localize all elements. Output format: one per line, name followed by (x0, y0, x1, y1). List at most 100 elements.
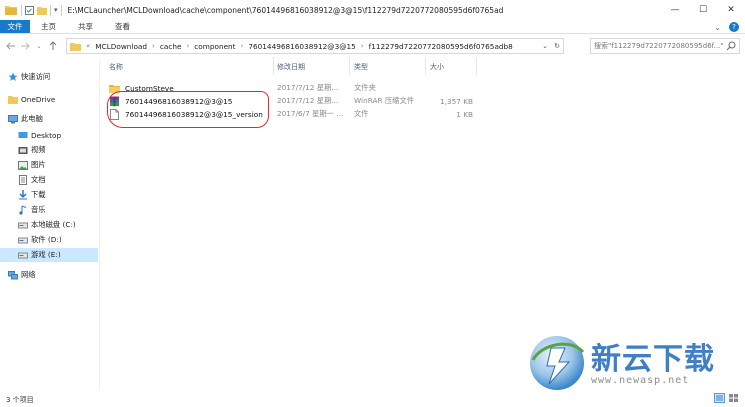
arrow-right-icon (21, 42, 30, 50)
column-header-size[interactable]: 大小 (430, 60, 444, 74)
tab-file[interactable]: 文件 (0, 20, 30, 33)
picture-icon (18, 160, 28, 170)
customize-toolbar-icon[interactable]: ▾ (54, 6, 58, 14)
arrow-up-icon (49, 41, 57, 50)
search-box[interactable]: 搜索"f112279d7220772080595d6f..." (590, 38, 740, 54)
sidebar-item-label: 此电脑 (21, 114, 43, 123)
column-header-type[interactable]: 类型 (354, 60, 368, 74)
watermark-title: 新云下载 (591, 342, 715, 377)
sidebar-item-label: 本地磁盘 (C:) (31, 220, 76, 229)
pane-divider[interactable] (99, 60, 100, 390)
sidebar-item-label: 下载 (31, 190, 46, 199)
window-controls: — ☐ ✕ (661, 0, 745, 20)
sidebar-item[interactable]: 游戏 (E:) (0, 248, 98, 262)
refresh-icon[interactable]: ↻ (551, 42, 563, 50)
column-divider[interactable] (273, 57, 274, 75)
sidebar-item-label: 音乐 (31, 205, 46, 214)
sidebar-item[interactable]: 图片 (0, 158, 98, 172)
file-size: 1,357 KB (440, 96, 473, 106)
quick-access-toolbar: ▾ (21, 4, 62, 16)
minimize-button[interactable]: — (661, 0, 689, 20)
title-bar: ▾ E:\MCLauncher\MCLDownload\cache\compon… (0, 0, 745, 20)
chevron-right-icon: › (186, 42, 190, 50)
properties-icon[interactable] (25, 5, 34, 15)
file-date: 2017/7/12 星期... (277, 83, 339, 92)
forward-button[interactable] (18, 39, 32, 53)
tab-view[interactable]: 查看 (104, 20, 141, 33)
sidebar-item-label: Desktop (31, 130, 62, 140)
document-icon (18, 175, 28, 185)
breadcrumb-package[interactable]: 76014496816038912@3@15 (248, 42, 355, 51)
window-title: E:\MCLauncher\MCLDownload\cache\componen… (67, 5, 504, 15)
search-icon (726, 41, 736, 51)
sidebar-item[interactable]: 音乐 (0, 203, 98, 217)
column-divider[interactable] (349, 57, 350, 75)
watermark-url: www.newasp.net (591, 375, 690, 386)
address-dropdown-icon[interactable]: ⌄ (539, 42, 551, 50)
maximize-button[interactable]: ☐ (689, 0, 717, 20)
file-date: 2017/6/7 星期一 ... (277, 109, 344, 118)
newasp-logo-icon (530, 336, 585, 390)
sidebar-item-label: 快速访问 (21, 72, 51, 81)
breadcrumb-current[interactable]: f112279d7220772080595d6f0765adb8 (369, 42, 513, 51)
annotation-circle (107, 91, 269, 128)
star-icon (8, 72, 18, 82)
arrow-left-icon (6, 42, 15, 50)
file-type: WinRAR 压缩文件 (354, 96, 415, 105)
tab-home[interactable]: 主页 (30, 20, 67, 33)
watermark: 新云下载 www.newasp.net (525, 330, 740, 394)
sidebar-item[interactable]: OneDrive (0, 92, 98, 106)
search-input[interactable]: 搜索"f112279d7220772080595d6f..." (594, 41, 724, 51)
breadcrumb-component[interactable]: component (194, 42, 235, 51)
sidebar-item[interactable]: 网络 (0, 268, 98, 282)
close-button[interactable]: ✕ (717, 0, 745, 20)
music-icon (18, 205, 28, 215)
ribbon-tabs: 文件 主页 共享 查看 ⌄ ? (0, 20, 745, 34)
file-type: 文件夹 (354, 83, 376, 92)
sidebar-item[interactable]: 文档 (0, 173, 98, 187)
desktop-icon (18, 130, 28, 140)
column-divider[interactable] (476, 57, 477, 75)
help-icon[interactable]: ? (729, 22, 739, 32)
drive-icon (18, 250, 28, 260)
back-button[interactable] (4, 39, 18, 53)
file-date: 2017/7/12 星期... (277, 96, 339, 105)
new-folder-icon[interactable] (37, 6, 47, 15)
file-type: 文件 (354, 109, 369, 118)
view-switcher (714, 393, 739, 403)
network-icon (8, 270, 18, 280)
folder-icon (70, 42, 81, 51)
overflow-crumbs-icon[interactable]: « (86, 42, 90, 50)
column-header-name[interactable]: 名称 (109, 60, 123, 74)
sidebar-item[interactable]: 软件 (D:) (0, 233, 98, 247)
sidebar-item-label: 视频 (31, 145, 46, 154)
sidebar-item[interactable]: Desktop (0, 128, 98, 142)
drive-icon (18, 220, 28, 230)
chevron-right-icon: › (152, 42, 155, 50)
video-icon (18, 145, 28, 155)
breadcrumb-mcldownload[interactable]: MCLDownload (95, 42, 147, 51)
sidebar-item[interactable]: 视频 (0, 143, 98, 157)
download-icon (18, 190, 28, 200)
details-view-icon[interactable] (714, 393, 725, 403)
address-bar[interactable]: « MCLDownload › cache › component › 7601… (66, 38, 564, 54)
folder-icon (5, 6, 17, 15)
sidebar-item[interactable]: 此电脑 (0, 112, 98, 126)
column-header-date[interactable]: 修改日期 (277, 60, 305, 74)
sidebar-item[interactable]: 下载 (0, 188, 98, 202)
sidebar-item-label: 文档 (31, 175, 46, 184)
sidebar-item-label: 游戏 (E:) (31, 250, 61, 259)
sidebar-item-label: 图片 (31, 160, 46, 169)
column-divider[interactable] (425, 57, 426, 75)
large-icons-view-icon[interactable] (728, 393, 739, 403)
file-size (430, 81, 473, 95)
tab-share[interactable]: 共享 (67, 20, 104, 33)
expand-ribbon-icon[interactable]: ⌄ (714, 23, 721, 32)
sidebar-item[interactable]: 快速访问 (0, 70, 98, 84)
breadcrumb-cache[interactable]: cache (160, 42, 182, 51)
sidebar-item[interactable]: 本地磁盘 (C:) (0, 218, 98, 232)
navigation-bar: ⌄ « MCLDownload › cache › component › 76… (0, 35, 745, 57)
file-size: 1 KB (456, 109, 473, 119)
up-button[interactable] (46, 39, 60, 53)
recent-locations-button[interactable]: ⌄ (32, 39, 46, 53)
